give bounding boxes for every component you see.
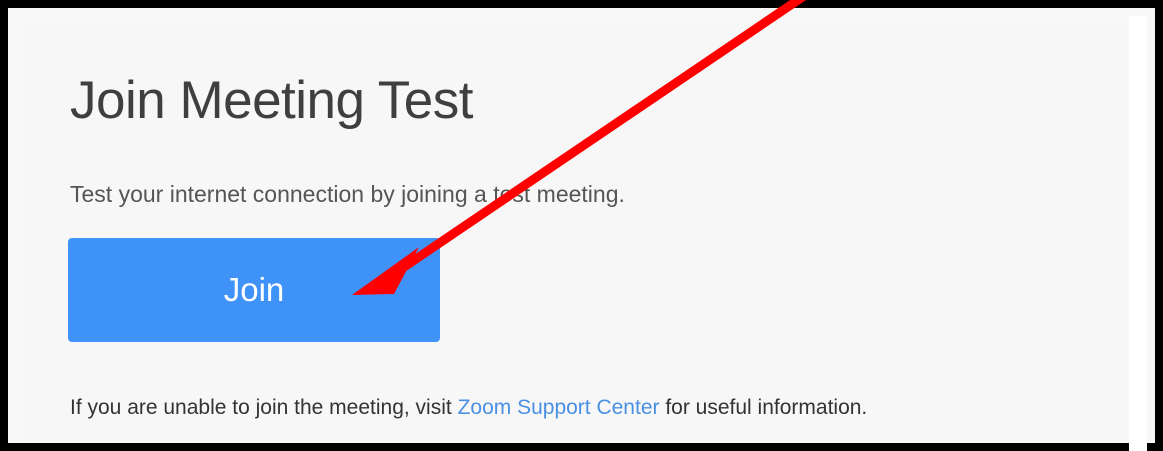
test-description: Test your internet connection by joining… xyxy=(70,181,625,207)
support-help-prefix: If you are unable to join the meeting, v… xyxy=(70,396,458,419)
page-title: Join Meeting Test xyxy=(70,71,473,130)
screenshot-frame xyxy=(0,0,1163,451)
support-help-text: If you are unable to join the meeting, v… xyxy=(70,395,867,421)
support-help-suffix: for useful information. xyxy=(659,396,868,419)
right-gutter xyxy=(1129,16,1147,451)
zoom-support-center-link[interactable]: Zoom Support Center xyxy=(458,396,660,419)
join-button[interactable]: Join xyxy=(68,238,440,342)
